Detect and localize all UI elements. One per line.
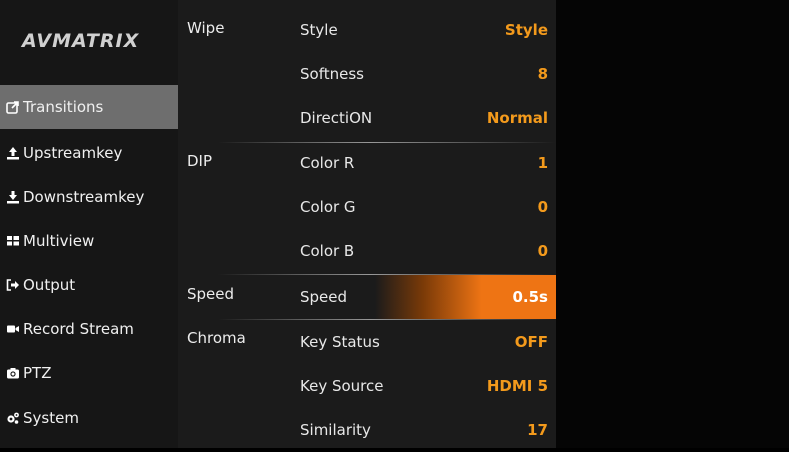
- preview-area: [556, 0, 789, 448]
- sidebar-item-label: Upstreamkey: [23, 144, 123, 162]
- setting-row-color-r[interactable]: Color R 1: [290, 141, 556, 185]
- sidebar-item-label: System: [23, 409, 79, 427]
- setting-label: Color G: [300, 198, 356, 216]
- setting-row-direction[interactable]: DirectiON Normal: [290, 96, 556, 140]
- share-icon: [6, 100, 20, 114]
- sidebar-item-downstreamkey[interactable]: Downstreamkey: [0, 175, 178, 219]
- setting-value: Normal: [486, 109, 548, 127]
- group-label-chroma: Chroma: [187, 329, 246, 347]
- setting-label: Similarity: [300, 421, 371, 439]
- setting-row-style[interactable]: Style Style: [290, 8, 556, 52]
- grid-icon: [6, 234, 20, 248]
- download-icon: [6, 190, 20, 204]
- setting-label: Style: [300, 21, 338, 39]
- sidebar-item-transitions[interactable]: Transitions: [0, 85, 178, 129]
- gears-icon: [6, 411, 20, 425]
- camera-icon: [6, 366, 20, 380]
- setting-label: Key Source: [300, 377, 384, 395]
- setting-row-key-source[interactable]: Key Source HDMI 5: [290, 364, 556, 408]
- setting-label: Softness: [300, 65, 364, 83]
- sidebar-item-label: Transitions: [23, 98, 104, 116]
- setting-label: DirectiON: [300, 109, 373, 127]
- setting-value: 8: [537, 65, 548, 83]
- group-label-wipe: Wipe: [187, 19, 225, 37]
- setting-value: HDMI 5: [486, 377, 548, 395]
- sidebar-item-output[interactable]: Output: [0, 263, 178, 307]
- setting-value: 0: [537, 198, 548, 216]
- setting-row-similarity[interactable]: Similarity 17: [290, 408, 556, 452]
- sidebar-item-multiview[interactable]: Multiview: [0, 219, 178, 263]
- setting-value: OFF: [514, 333, 548, 351]
- group-label-dip: DIP: [187, 152, 213, 170]
- setting-value: Style: [504, 21, 548, 39]
- sidebar-item-upstreamkey[interactable]: Upstreamkey: [0, 131, 178, 175]
- setting-value: 0: [537, 242, 548, 260]
- setting-row-speed[interactable]: Speed 0.5s: [290, 275, 556, 319]
- sidebar-item-ptz[interactable]: PTZ: [0, 351, 178, 395]
- setting-label: Color R: [300, 154, 355, 172]
- group-label-speed: Speed: [187, 285, 235, 303]
- sidebar-item-label: PTZ: [23, 364, 52, 382]
- setting-value: 17: [527, 421, 548, 439]
- setting-label: Color B: [300, 242, 355, 260]
- setting-row-softness[interactable]: Softness 8: [290, 52, 556, 96]
- setting-row-color-b[interactable]: Color B 0: [290, 229, 556, 273]
- setting-row-color-g[interactable]: Color G 0: [290, 185, 556, 229]
- sidebar-item-label: Downstreamkey: [23, 188, 145, 206]
- setting-label: Speed: [300, 288, 348, 306]
- sidebar-item-system[interactable]: System: [0, 396, 178, 440]
- settings-panel: Wipe DIP Speed Chroma Style Style Softne…: [178, 0, 556, 448]
- upload-icon: [6, 146, 20, 160]
- setting-row-key-status[interactable]: Key Status OFF: [290, 320, 556, 364]
- sidebar: AVMATRIX Transitions Upstreamkey Downstr…: [0, 0, 178, 448]
- video-camera-icon: [6, 322, 20, 336]
- setting-label: Key Status: [300, 333, 380, 351]
- sign-out-icon: [6, 278, 20, 292]
- brand-logo: AVMATRIX: [22, 30, 140, 52]
- sidebar-item-label: Record Stream: [23, 320, 134, 338]
- setting-value: 1: [537, 154, 548, 172]
- sidebar-item-label: Multiview: [23, 232, 95, 250]
- sidebar-item-record-stream[interactable]: Record Stream: [0, 307, 178, 351]
- sidebar-item-label: Output: [23, 276, 76, 294]
- setting-value: 0.5s: [512, 288, 548, 306]
